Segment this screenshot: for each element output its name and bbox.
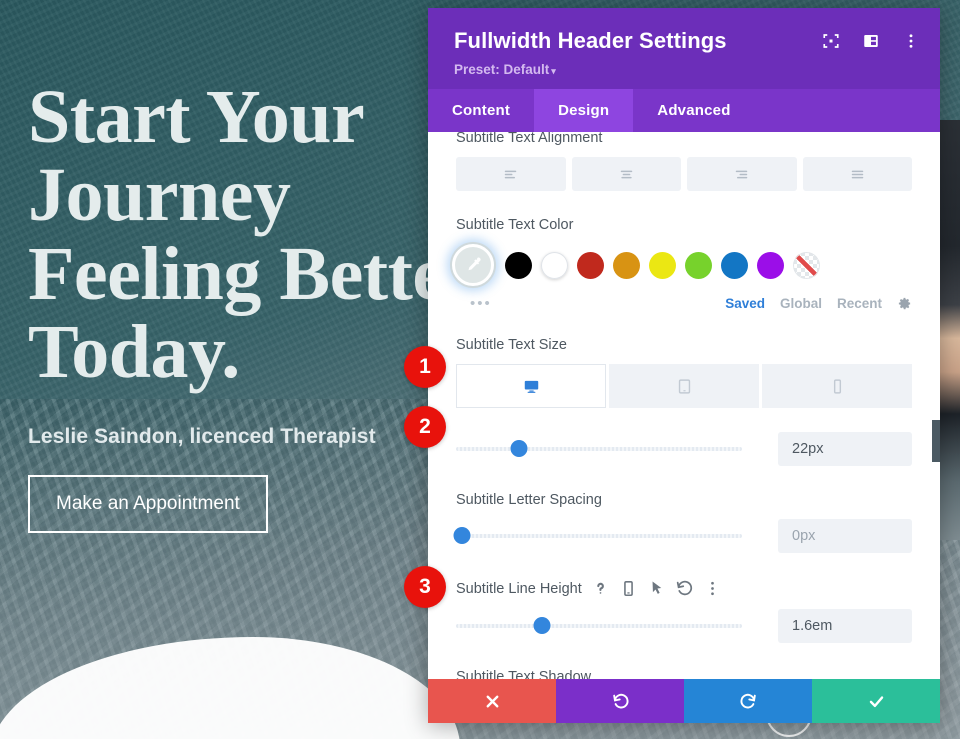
text-size-value[interactable]: 22px [778, 432, 912, 466]
letter-spacing-slider-row: 0px [453, 519, 912, 553]
reset-undo-icon[interactable] [675, 579, 694, 598]
help-icon[interactable] [591, 579, 610, 598]
align-left-icon [505, 170, 517, 178]
tablet-icon [678, 378, 690, 394]
palette-tab-global[interactable]: Global [780, 296, 822, 311]
swatch-blue[interactable] [721, 251, 748, 279]
align-left-button[interactable] [456, 157, 566, 191]
fullwidth-header-settings-modal: Fullwidth Header Settings Preset: Defaul… [428, 8, 940, 723]
check-icon [869, 695, 883, 707]
preset-selector[interactable]: Preset: Default ▾ [454, 62, 916, 77]
subtitle-line-height-label: Subtitle Line Height [456, 579, 912, 598]
slider-track [456, 624, 742, 628]
undo-button[interactable] [556, 679, 684, 723]
letter-spacing-value[interactable]: 0px [778, 519, 912, 553]
desktop-icon [524, 380, 538, 393]
swatch-purple[interactable] [757, 251, 784, 279]
redo-button[interactable] [684, 679, 812, 723]
step-badge-1: 1 [404, 346, 446, 388]
device-phone-button[interactable] [762, 364, 912, 408]
align-justify-button[interactable] [802, 157, 912, 191]
slider-track [456, 534, 742, 538]
close-x-icon [486, 695, 498, 707]
subtitle-text-color-label: Subtitle Text Color [456, 217, 574, 233]
save-button[interactable] [812, 679, 940, 723]
subtitle-letter-spacing-label: Subtitle Letter Spacing [456, 492, 602, 508]
tab-design[interactable]: Design [534, 89, 634, 132]
kebab-menu-icon[interactable] [902, 32, 920, 50]
step-badge-3: 3 [404, 566, 446, 608]
text-size-slider[interactable] [456, 440, 742, 457]
align-center-button[interactable] [571, 157, 681, 191]
swatch-transparent[interactable] [793, 251, 820, 279]
device-desktop-button[interactable] [456, 364, 606, 408]
hero-title-line-2: Journey [28, 153, 291, 238]
more-colors-button[interactable]: ••• [470, 296, 492, 311]
modal-header-actions [822, 32, 920, 50]
swatch-yellow[interactable] [649, 251, 676, 279]
swatch-green[interactable] [685, 251, 712, 279]
device-tablet-button[interactable] [609, 364, 759, 408]
settings-panel: Subtitle Text Alignment Subtitle Text Co… [428, 132, 940, 679]
text-size-slider-row: 22px [456, 432, 912, 466]
letter-spacing-slider[interactable] [453, 527, 742, 544]
slider-knob[interactable] [453, 527, 471, 544]
hero-title-line-1: Start Your [28, 75, 365, 159]
chevron-down-icon: ▾ [551, 66, 556, 76]
modal-header: Fullwidth Header Settings Preset: Defaul… [428, 8, 940, 89]
subtitle-text-size-label: Subtitle Text Size [456, 337, 567, 353]
align-center-icon [620, 170, 632, 178]
align-justify-icon [851, 170, 863, 178]
subtitle-text-alignment-label: Subtitle Text Alignment [456, 132, 603, 146]
cursor-hover-icon[interactable] [647, 579, 666, 598]
line-height-label-icons [591, 579, 722, 598]
swatch-red[interactable] [577, 251, 604, 279]
undo-icon [612, 693, 628, 708]
eyedropper-icon [468, 257, 481, 271]
subtitle-text-alignment-options [456, 157, 912, 191]
line-height-label-text: Subtitle Line Height [456, 580, 582, 597]
slider-knob[interactable] [533, 617, 551, 634]
slider-track [456, 447, 742, 451]
tab-advanced[interactable]: Advanced [633, 89, 754, 132]
hero-content: Start Your Journey Feeling Better Today.… [28, 75, 479, 534]
subtitle-text-shadow-label: Subtitle Text Shadow [456, 669, 592, 679]
step-badge-2: 2 [404, 406, 446, 448]
swatch-black[interactable] [505, 251, 532, 279]
kebab-menu-icon[interactable] [703, 579, 722, 598]
hero-title-line-4: Today. [28, 309, 240, 394]
redo-icon [740, 693, 756, 708]
modal-tabs: Content Design Advanced [428, 89, 940, 132]
slider-knob[interactable] [510, 440, 528, 457]
preset-label: Preset: Default [454, 62, 550, 77]
make-appointment-button[interactable]: Make an Appointment [28, 475, 268, 534]
eyedropper-button[interactable] [452, 244, 494, 286]
line-height-slider-row: 1.6em [456, 609, 912, 643]
align-right-icon [736, 170, 748, 178]
align-right-button[interactable] [687, 157, 797, 191]
panel-scrollbar[interactable] [932, 420, 940, 462]
hero-title-line-3: Feeling Better [28, 231, 479, 316]
color-swatch-row [452, 244, 912, 286]
color-palette-meta: ••• Saved Global Recent [456, 295, 912, 311]
layout-panel-icon[interactable] [862, 32, 880, 50]
palette-tab-recent[interactable]: Recent [837, 296, 882, 311]
palette-tabs: Saved Global Recent [725, 296, 912, 311]
focus-target-icon[interactable] [822, 32, 840, 50]
modal-action-bar [428, 679, 940, 723]
hero-subtitle: Leslie Saindon, licenced Therapist [28, 425, 376, 449]
palette-tab-saved[interactable]: Saved [725, 296, 765, 311]
screen: Start Your Journey Feeling Better Today.… [0, 0, 960, 739]
line-height-slider[interactable] [456, 617, 742, 634]
phone-icon [833, 378, 841, 394]
line-height-value[interactable]: 1.6em [778, 609, 912, 643]
close-button[interactable] [428, 679, 556, 723]
swatch-orange[interactable] [613, 251, 640, 279]
gear-icon[interactable] [897, 296, 912, 311]
tab-content[interactable]: Content [428, 89, 534, 132]
swatch-white[interactable] [541, 251, 568, 279]
text-size-device-toggle [456, 364, 912, 408]
responsive-phone-icon[interactable] [619, 579, 638, 598]
